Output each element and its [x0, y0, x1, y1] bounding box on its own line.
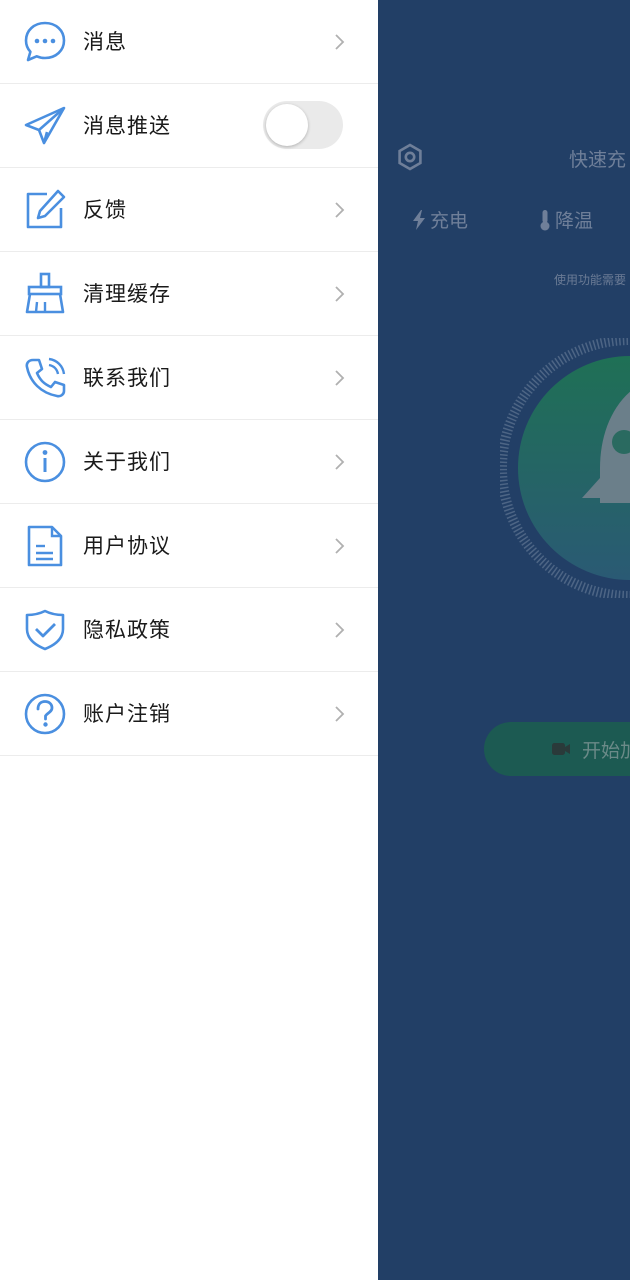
- thermometer-icon: [540, 209, 550, 230]
- info-icon: [23, 440, 67, 484]
- menu-item-label: 消息推送: [83, 114, 171, 138]
- menu-item-label: 关于我们: [83, 450, 171, 474]
- tab-cooling[interactable]: 降温: [539, 206, 593, 233]
- tab-charging[interactable]: 充电: [412, 206, 468, 233]
- broom-icon: [23, 272, 67, 316]
- chevron-right-icon: [331, 282, 347, 306]
- menu-item-contact-us[interactable]: 联系我们: [0, 336, 378, 420]
- menu-item-label: 隐私政策: [83, 618, 171, 642]
- menu-item-feedback[interactable]: 反馈: [0, 168, 378, 252]
- menu-item-label: 账户注销: [83, 702, 171, 726]
- menu-item-delete-account[interactable]: 账户注销: [0, 672, 378, 756]
- speed-gauge: [497, 335, 630, 601]
- menu-item-messages[interactable]: 消息: [0, 0, 378, 84]
- toggle-knob: [266, 104, 308, 146]
- menu-item-user-agreement[interactable]: 用户协议: [0, 504, 378, 588]
- side-drawer: 消息 消息推送 反馈 清理缓存 联系我们 关于我们 用户协议 隐私政策 账户注销: [0, 0, 378, 1280]
- menu-item-label: 联系我们: [83, 366, 171, 390]
- menu-item-label: 清理缓存: [83, 282, 171, 306]
- chevron-right-icon: [331, 198, 347, 222]
- menu-item-label: 用户协议: [83, 534, 171, 558]
- chevron-right-icon: [331, 450, 347, 474]
- edit-icon: [23, 188, 67, 232]
- background-tip: 使用功能需要: [554, 273, 627, 287]
- shield-check-icon: [23, 608, 67, 652]
- settings-icon[interactable]: [396, 143, 424, 171]
- paper-plane-icon: [23, 104, 67, 148]
- start-boost-label: 开始加: [582, 739, 630, 762]
- message-bubble-icon: [23, 20, 67, 64]
- question-icon: [23, 692, 67, 736]
- chevron-right-icon: [331, 366, 347, 390]
- tab-charging-label: 充电: [430, 210, 469, 232]
- chevron-right-icon: [331, 534, 347, 558]
- chevron-right-icon: [331, 702, 347, 726]
- chevron-right-icon: [331, 30, 347, 54]
- video-icon: [552, 743, 570, 755]
- start-boost-button[interactable]: 开始加: [484, 722, 630, 776]
- phone-icon: [23, 356, 67, 400]
- background-title: 快速充: [569, 149, 627, 171]
- lightning-icon: [413, 209, 425, 230]
- menu-item-clear-cache[interactable]: 清理缓存: [0, 252, 378, 336]
- menu-item-privacy-policy[interactable]: 隐私政策: [0, 588, 378, 672]
- push-notification-toggle[interactable]: [263, 101, 343, 149]
- menu-item-label: 消息: [83, 30, 127, 54]
- menu-item-about-us[interactable]: 关于我们: [0, 420, 378, 504]
- chevron-right-icon: [331, 618, 347, 642]
- tab-cooling-label: 降温: [555, 210, 594, 232]
- document-icon: [23, 524, 67, 568]
- menu-item-label: 反馈: [83, 198, 127, 222]
